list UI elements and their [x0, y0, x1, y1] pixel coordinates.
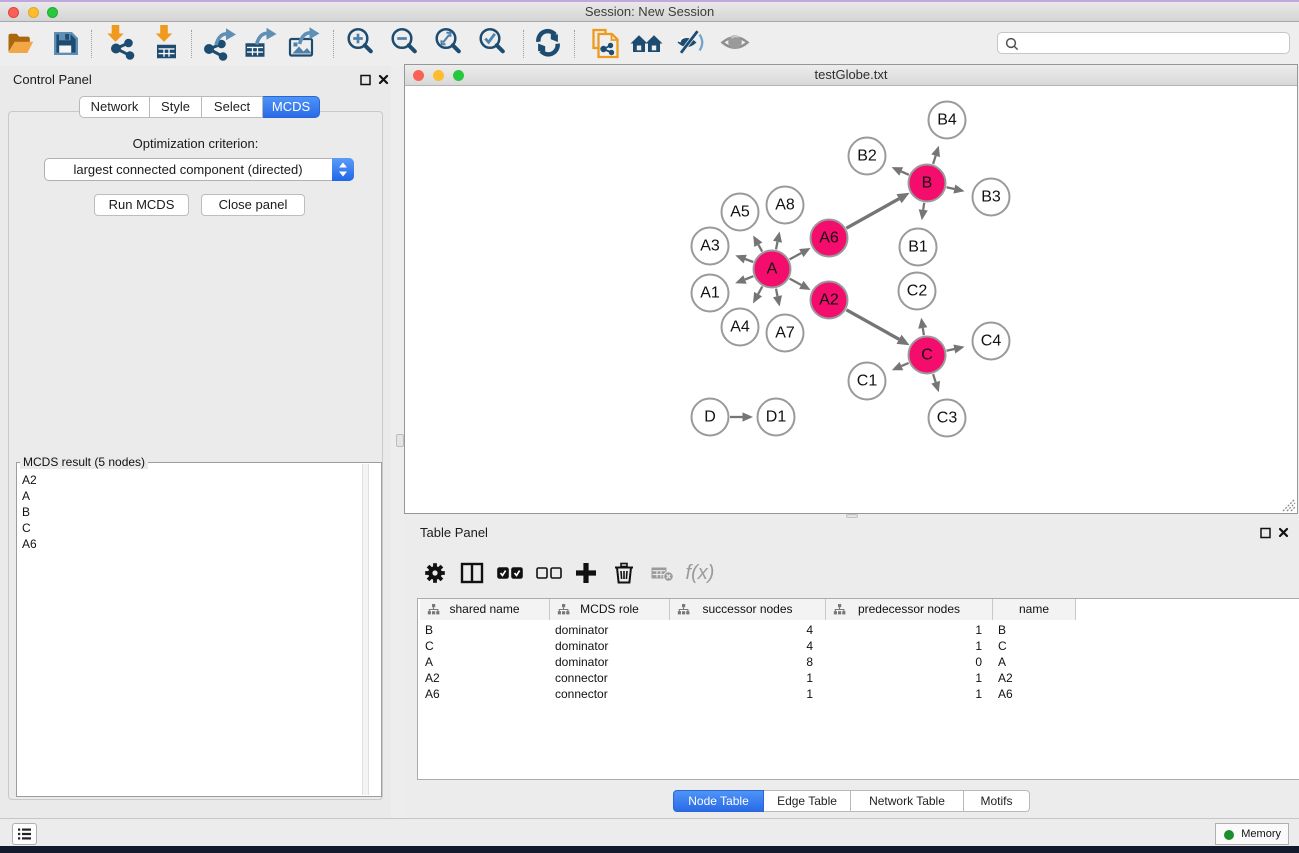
svg-text:B3: B3 — [981, 189, 1001, 206]
svg-text:f(x): f(x) — [686, 562, 715, 584]
svg-text:A4: A4 — [730, 319, 750, 336]
svg-text:C: C — [921, 347, 933, 364]
svg-text:A1: A1 — [700, 285, 720, 302]
svg-text:A7: A7 — [775, 325, 795, 342]
svg-text:A: A — [767, 261, 778, 278]
svg-text:D1: D1 — [766, 409, 787, 426]
svg-text:B2: B2 — [857, 148, 877, 165]
svg-text:A6: A6 — [819, 230, 839, 247]
svg-text:C1: C1 — [857, 373, 878, 390]
svg-text:A8: A8 — [775, 197, 795, 214]
svg-text:A5: A5 — [730, 204, 750, 221]
svg-text:A2: A2 — [819, 292, 839, 309]
svg-text:B4: B4 — [937, 112, 957, 129]
svg-text:C2: C2 — [907, 283, 928, 300]
svg-text:D: D — [704, 409, 716, 426]
svg-text:A3: A3 — [700, 238, 720, 255]
svg-text:C3: C3 — [937, 410, 958, 427]
svg-text:C4: C4 — [981, 333, 1002, 350]
svg-text:B: B — [922, 175, 933, 192]
svg-text:B1: B1 — [908, 239, 928, 256]
